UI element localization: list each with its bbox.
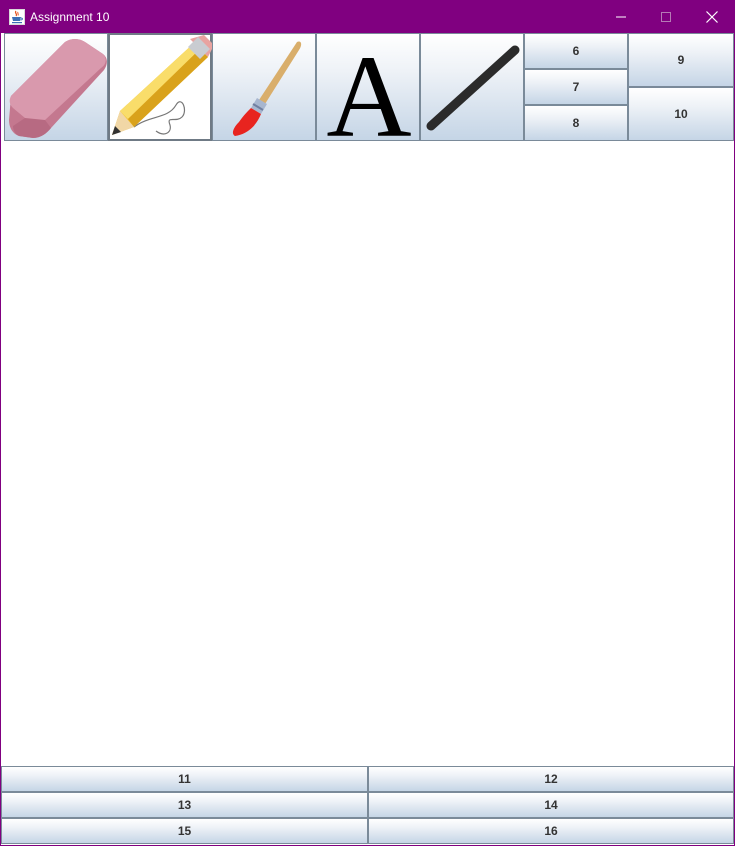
button-8[interactable]: 8 [524,105,628,141]
line-tool-button[interactable] [420,33,524,141]
text-tool-button[interactable]: A [316,33,420,142]
maximize-button[interactable] [643,1,689,33]
title-bar[interactable]: Assignment 10 [1,1,734,33]
minimize-icon [616,16,626,18]
button-16[interactable]: 16 [368,818,734,844]
eraser-tool-button[interactable] [4,33,108,141]
button-15[interactable]: 15 [1,818,368,844]
svg-text:A: A [326,34,411,142]
text-a-icon: A [326,34,411,142]
minimize-button[interactable] [598,1,644,33]
paintbrush-tool-button[interactable] [212,33,316,141]
pencil-tool-button[interactable] [108,33,214,141]
close-button[interactable] [689,1,735,33]
eraser-icon [9,39,107,138]
line-icon [426,45,520,131]
app-window: Assignment 10 A 6 7 8 9 10 11 12 13 14 1… [0,0,735,846]
java-coffee-cup-icon [9,9,25,25]
button-13[interactable]: 13 [1,792,368,818]
maximize-icon [661,12,671,22]
pencil-icon [112,35,214,135]
close-icon [706,11,718,23]
button-14[interactable]: 14 [368,792,734,818]
button-7[interactable]: 7 [524,69,628,105]
button-6[interactable]: 6 [524,33,628,69]
button-12[interactable]: 12 [368,766,734,792]
paintbrush-icon [232,41,302,136]
button-10[interactable]: 10 [628,87,734,141]
button-9[interactable]: 9 [628,33,734,87]
window-title: Assignment 10 [30,10,110,24]
drawing-canvas[interactable] [2,142,734,765]
button-11[interactable]: 11 [1,766,368,792]
